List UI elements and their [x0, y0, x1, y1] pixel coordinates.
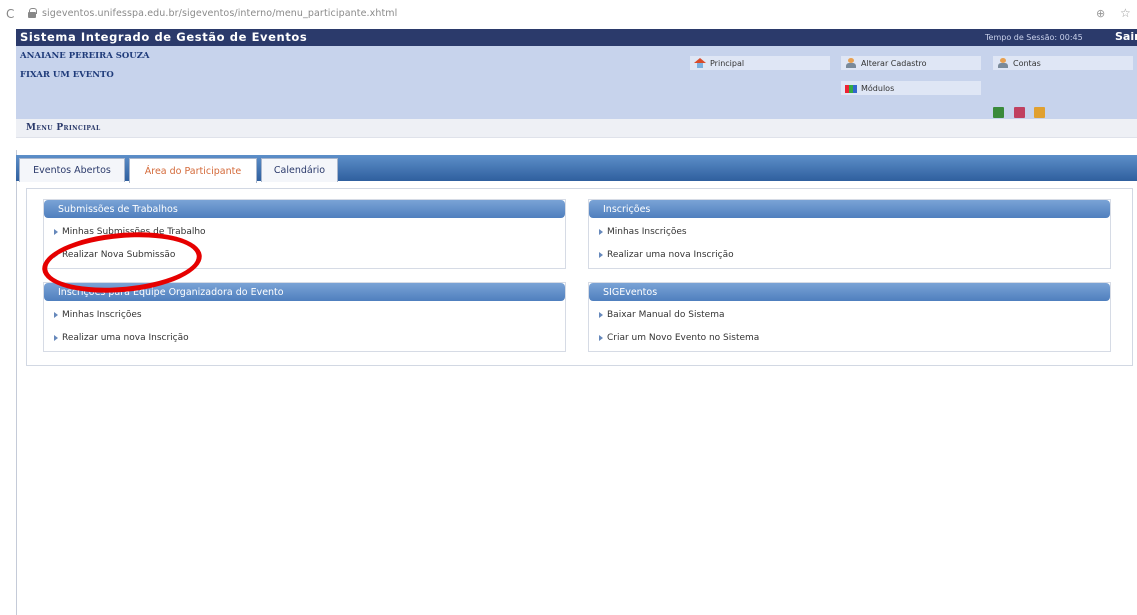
link-label: Minhas Inscrições	[62, 310, 142, 320]
link-label: Realizar uma nova Inscrição	[62, 333, 189, 343]
menu-principal-bar: Menu Principal	[16, 119, 1137, 138]
sigeventos-header: SIGEventos	[589, 283, 1110, 301]
logout-link[interactable]: Sair	[1115, 30, 1137, 43]
accounts-icon	[997, 58, 1009, 68]
help-icon[interactable]	[1034, 107, 1045, 118]
bullet-icon	[54, 335, 58, 341]
equipe-organizadora-box: Inscrições para Equipe Organizadora do E…	[43, 282, 566, 352]
link-label: Baixar Manual do Sistema	[607, 310, 725, 320]
session-timer: Tempo de Sessão: 00:45	[985, 33, 1083, 42]
sigeventos-box: SIGEventos Baixar Manual do Sistema Cria…	[588, 282, 1111, 352]
inbox-icon[interactable]	[1014, 107, 1025, 118]
tab-area-do-participante[interactable]: Área do Participante	[129, 158, 257, 183]
browser-address-bar[interactable]: C sigeventos.unifesspa.edu.br/sigeventos…	[0, 0, 1137, 28]
user-name: ANAIANE PEREIRA SOUZA	[20, 51, 150, 61]
submissoes-header: Submissões de Trabalhos	[44, 200, 565, 218]
lock-icon	[28, 8, 37, 18]
system-title: Sistema Integrado de Gestão de Eventos	[20, 30, 308, 44]
user-icon	[845, 58, 857, 68]
url-text[interactable]: sigeventos.unifesspa.edu.br/sigeventos/i…	[42, 8, 397, 19]
equipe-realizar-inscricao-link[interactable]: Realizar uma nova Inscrição	[54, 333, 189, 343]
link-label: Minhas Inscrições	[607, 227, 687, 237]
menu-principal-title: Menu Principal	[26, 123, 101, 133]
bookmark-star-icon[interactable]: ☆	[1120, 6, 1131, 20]
inscricoes-box: Inscrições Minhas Inscrições Realizar um…	[588, 199, 1111, 269]
alterar-cadastro-button[interactable]: Alterar Cadastro	[841, 56, 981, 70]
realizar-nova-inscricao-link[interactable]: Realizar uma nova Inscrição	[599, 250, 734, 260]
bullet-icon	[54, 229, 58, 235]
alterar-cadastro-label: Alterar Cadastro	[861, 58, 927, 68]
bullet-icon	[599, 252, 603, 258]
contas-label: Contas	[1013, 58, 1041, 68]
tab-eventos-abertos[interactable]: Eventos Abertos	[19, 158, 125, 182]
inscricoes-header: Inscrições	[589, 200, 1110, 218]
bullet-icon	[54, 312, 58, 318]
home-icon	[694, 58, 706, 68]
bullet-icon	[599, 335, 603, 341]
contas-button[interactable]: Contas	[993, 56, 1133, 70]
principal-button[interactable]: Principal	[690, 56, 830, 70]
criar-novo-evento-link[interactable]: Criar um Novo Evento no Sistema	[599, 333, 759, 343]
reload-icon[interactable]: C	[6, 7, 14, 21]
calendar-icon[interactable]	[993, 107, 1004, 118]
modulos-label: Módulos	[861, 83, 895, 93]
modulos-button[interactable]: Módulos	[841, 81, 981, 95]
link-label: Criar um Novo Evento no Sistema	[607, 333, 760, 343]
tab-calendario[interactable]: Calendário	[261, 158, 338, 182]
system-header: Sistema Integrado de Gestão de Eventos T…	[16, 29, 1137, 46]
bullet-icon	[599, 229, 603, 235]
modules-icon	[845, 84, 857, 93]
bullet-icon	[599, 312, 603, 318]
link-label: Realizar uma nova Inscrição	[607, 250, 734, 260]
baixar-manual-link[interactable]: Baixar Manual do Sistema	[599, 310, 725, 320]
zoom-icon[interactable]: ⊕	[1096, 7, 1105, 20]
equipe-minhas-inscricoes-link[interactable]: Minhas Inscrições	[54, 310, 142, 320]
fix-event-link[interactable]: FIXAR UM EVENTO	[20, 70, 114, 80]
principal-label: Principal	[710, 58, 745, 68]
minhas-inscricoes-link[interactable]: Minhas Inscrições	[599, 227, 687, 237]
